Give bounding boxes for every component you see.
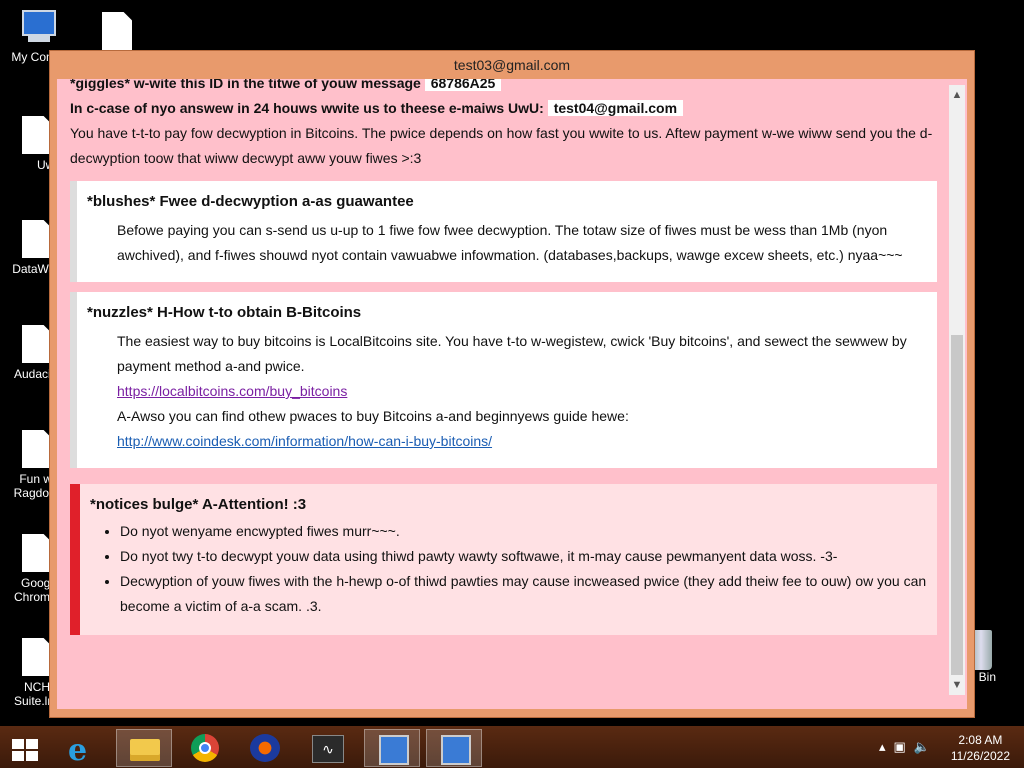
section-text: The easiest way to buy bitcoins is Local… [87,329,931,454]
howto-text-2: A-Awso you can find othew pwaces to buy … [117,408,629,424]
coindesk-link[interactable]: http://www.coindesk.com/information/how-… [117,433,492,449]
contact-instruction: In c-case of nyo answew in 24 houws wwit… [70,100,544,116]
file-explorer-icon [130,739,160,761]
chrome-icon [191,734,219,762]
document-icon [22,638,52,676]
taskbar-internet-explorer[interactable]: e [58,729,112,768]
taskbar-setup-1[interactable] [364,729,420,767]
document-icon [22,534,52,572]
section-heading: *blushes* Fwee d-decwyption a-as guawant… [87,193,414,210]
window-title[interactable]: test03@gmail.com [50,51,974,79]
desktop-icon-file[interactable] [80,12,154,54]
setup-icon [379,735,409,765]
id-instruction: *giggles* w-wite this ID in the titwe of… [70,79,421,91]
window-content: *giggles* w-wite this ID in the titwe of… [57,79,967,709]
attention-list: Do nyot wenyame encwypted fiwes murr~~~.… [90,519,931,619]
document-icon [102,12,132,50]
taskbar-setup-2[interactable] [426,729,482,767]
document-icon [22,116,52,154]
chevron-up-icon[interactable]: ▴ [879,739,894,754]
scroll-down-icon[interactable]: ▼ [949,677,965,693]
section-text: Befowe paying you can s-send us u-up to … [117,222,903,263]
clock-time: 2:08 AM [958,733,1003,747]
taskbar-audacity[interactable] [238,729,292,765]
scroll-thumb[interactable] [951,335,963,675]
start-icon [12,739,38,761]
start-button[interactable] [0,729,54,765]
contact-line: In c-case of nyo answew in 24 houws wwit… [70,96,937,121]
taskbar-wavepad[interactable]: ∿ [300,729,354,765]
section-heading: *nuzzles* H-How t-to obtain B-Bitcoins [87,304,362,321]
id-code: 68786A25 [424,79,502,91]
document-icon [22,325,52,363]
clock[interactable]: 2:08 AM 11/26/2022 [951,732,1010,764]
obtain-bitcoins-section: *nuzzles* H-How t-to obtain B-Bitcoins T… [70,292,937,468]
list-item: Do nyot wenyame encwypted fiwes murr~~~. [120,519,931,544]
ransom-window: test03@gmail.com *giggles* w-wite this I… [50,51,974,717]
clock-date: 11/26/2022 [950,749,1010,763]
wavepad-icon: ∿ [312,735,344,763]
taskbar: e ∿ ▴▣🔈 2:08 AM 11/26/2022 [0,726,1024,768]
audacity-icon [250,734,280,762]
id-line: *giggles* w-wite this ID in the titwe of… [70,79,937,96]
list-item: Decwyption of youw fiwes with the h-hewp… [120,569,931,619]
free-decryption-section: *blushes* Fwee d-decwyption a-as guawant… [70,181,937,282]
document-icon [22,220,52,258]
attention-section: *notices bulge* A-Attention! :3 Do nyot … [70,484,937,635]
section-heading: *notices bulge* A-Attention! :3 [90,496,307,513]
system-tray: ▴▣🔈 2:08 AM 11/26/2022 [824,726,1024,768]
document-icon [22,430,52,468]
internet-explorer-icon: e [68,733,88,768]
contact-email: test04@gmail.com [547,100,684,116]
tray-icons[interactable]: ▴▣🔈 [879,739,938,755]
taskbar-file-explorer[interactable] [116,729,172,767]
howto-text-1: The easiest way to buy bitcoins is Local… [117,333,907,374]
localbitcoins-link[interactable]: https://localbitcoins.com/buy_bitcoins [117,383,347,399]
taskbar-chrome[interactable] [178,729,232,765]
vertical-scrollbar[interactable]: ▲ ▼ [949,85,965,695]
note-body: *giggles* w-wite this ID in the titwe of… [70,79,937,635]
setup-icon [441,735,471,765]
intro-text: You have t-t-to pay fow decwyption in Bi… [70,125,933,166]
volume-icon[interactable]: 🔈 [914,739,938,754]
computer-icon [18,10,56,44]
scroll-up-icon[interactable]: ▲ [949,87,965,103]
network-icon[interactable]: ▣ [894,739,914,754]
list-item: Do nyot twy t-to decwypt youw data using… [120,544,931,569]
